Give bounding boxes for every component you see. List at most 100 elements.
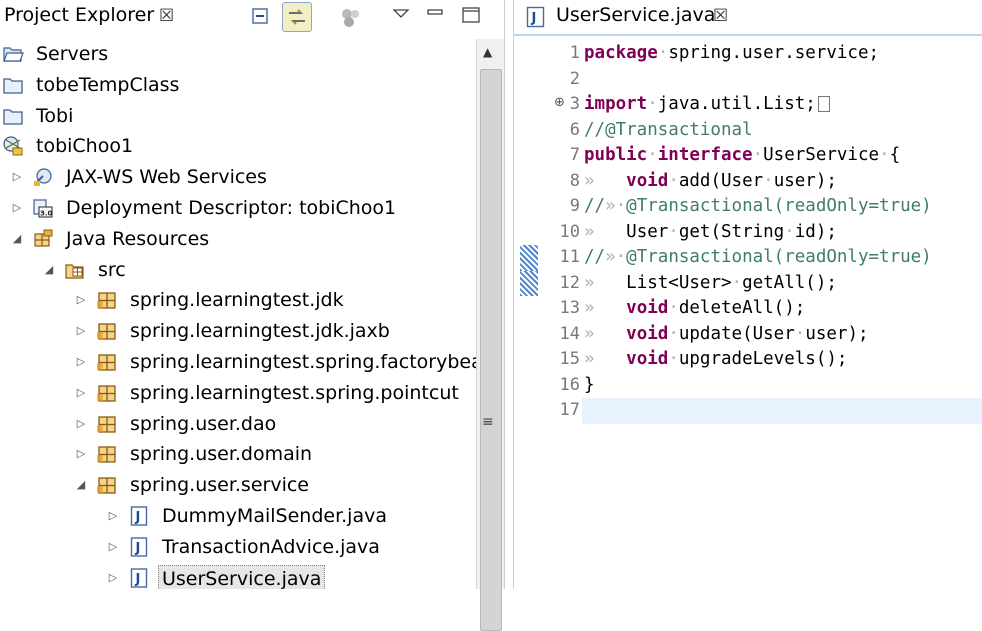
tree-collapsed-icon[interactable]: ▷ <box>106 540 120 554</box>
close-icon[interactable]: ☒ <box>713 6 728 26</box>
code-token: » <box>605 247 616 267</box>
code-line[interactable]: //@Transactional <box>584 118 753 144</box>
line-number: 16 <box>559 374 580 395</box>
change-marker[interactable] <box>520 270 538 296</box>
code-line[interactable]: //»·@Transactional(readOnly=true) <box>584 245 932 271</box>
code-line[interactable]: » void·update(User·user); <box>584 322 869 348</box>
tree-item-label: spring.learningtest.jdk.jaxb <box>130 320 390 343</box>
tree-expanded-icon[interactable]: ◢ <box>42 263 56 277</box>
code-token: · <box>731 272 743 293</box>
code-token: @Transactional(readOnly=true) <box>626 247 932 267</box>
panel-sash[interactable] <box>504 0 514 589</box>
package-icon <box>96 413 118 435</box>
tree-collapsed-icon[interactable]: ▷ <box>106 571 120 585</box>
code-line[interactable] <box>582 398 982 424</box>
tree-item[interactable]: ▷ J DummyMailSender.java <box>0 501 476 531</box>
line-number: 6 <box>569 119 580 140</box>
code-token: » <box>584 349 627 369</box>
package-icon <box>96 351 118 373</box>
tree-item[interactable]: ▷ J UserService.java <box>0 563 476 589</box>
code-token: · <box>879 145 890 165</box>
tree-item-label: JAX-WS Web Services <box>66 166 267 189</box>
tree-item-label: Java Resources <box>66 227 210 250</box>
tree-item-label: spring.learningtest.spring.pointcut <box>130 381 459 404</box>
tree-item[interactable]: ▷ spring.user.dao <box>0 409 476 439</box>
editor-tab-userservice[interactable]: J UserService.java ☒ <box>514 0 742 34</box>
package-icon <box>96 289 118 311</box>
tree-collapsed-icon[interactable]: ▷ <box>106 509 120 523</box>
package-icon <box>96 320 118 342</box>
tree-item[interactable]: ▷ spring.learningtest.jdk <box>0 285 476 315</box>
project-explorer-header: Project Explorer ☒ <box>0 0 504 34</box>
fold-expand-icon[interactable]: ⊕ <box>554 95 565 110</box>
tree-collapsed-icon[interactable]: ▷ <box>10 201 24 215</box>
code-token: // <box>584 247 606 267</box>
tree-collapsed-icon[interactable]: ▷ <box>74 447 88 461</box>
code-line[interactable]: import·java.util.List; <box>584 92 830 118</box>
tree-item[interactable]: tobeTempClass <box>0 70 476 100</box>
collapse-all-icon[interactable] <box>246 2 276 32</box>
change-ruler[interactable] <box>514 40 540 589</box>
tree-item[interactable]: ▷ J TransactionAdvice.java <box>0 532 476 562</box>
line-number: 7 <box>569 145 580 165</box>
minimize-icon[interactable] <box>422 2 452 32</box>
tree-collapsed-icon[interactable]: ▷ <box>74 324 88 338</box>
tree-item[interactable]: ◢ Java Resources <box>0 224 476 254</box>
tree-item[interactable]: Servers <box>0 39 476 69</box>
maximize-icon[interactable] <box>458 2 488 32</box>
line-number: 11 <box>559 247 580 267</box>
tree-collapsed-icon[interactable]: ▷ <box>74 417 88 431</box>
tree-item[interactable]: ▷ spring.learningtest.spring.pointcut <box>0 378 476 408</box>
line-number: 12 <box>559 272 580 293</box>
code-line[interactable]: » void·add(User·user); <box>584 169 837 195</box>
tree-expanded-icon[interactable]: ◢ <box>10 232 24 246</box>
code-token: » <box>584 298 627 318</box>
tree-item[interactable]: ▷ JAX-WS Web Services <box>0 162 476 192</box>
code-line[interactable]: » List<User>·getAll(); <box>584 271 837 297</box>
tree-collapsed-icon[interactable]: ▷ <box>74 293 88 307</box>
focus-icon[interactable] <box>336 2 366 32</box>
project-explorer-title[interactable]: Project Explorer <box>4 4 154 26</box>
code-line[interactable]: } <box>584 373 595 399</box>
close-icon[interactable]: ☒ <box>159 6 174 26</box>
code-line[interactable]: package·spring.user.service; <box>584 41 879 67</box>
project-explorer-panel: Project Explorer ☒ Servers tobeTempClass… <box>0 0 504 631</box>
code-token: · <box>763 170 774 191</box>
tree-collapsed-icon[interactable]: ▷ <box>10 170 24 184</box>
tree-item[interactable]: Tobi <box>0 101 476 131</box>
tree-item[interactable]: ◢ spring.user.service <box>0 470 476 500</box>
code-line[interactable]: //»·@Transactional(readOnly=true) <box>584 194 932 220</box>
code-token: package <box>584 43 658 63</box>
code-token: User <box>626 221 669 242</box>
folded-code-icon[interactable] <box>817 96 830 112</box>
line-number: 8 <box>569 170 580 191</box>
tree-collapsed-icon[interactable]: ▷ <box>74 355 88 369</box>
tree-item[interactable]: ▷ spring.user.domain <box>0 439 476 469</box>
code-token: void <box>626 298 669 318</box>
code-token: //@Transactional <box>584 119 753 140</box>
tree-item[interactable]: ▷ spring.learningtest.spring.factorybean <box>0 347 476 377</box>
view-menu-icon[interactable] <box>388 2 418 32</box>
link-with-editor-icon[interactable] <box>282 2 312 32</box>
project-explorer-scrollbar[interactable]: ▲ ≡ <box>476 39 504 631</box>
code-token: · <box>647 145 658 165</box>
tree-item[interactable]: tobiChoo1 <box>0 131 476 161</box>
code-token: import <box>584 94 648 114</box>
tree-collapsed-icon[interactable]: ▷ <box>74 386 88 400</box>
code-token: id); <box>794 221 837 242</box>
tree-item-label: TransactionAdvice.java <box>162 535 380 558</box>
code-line[interactable]: » void·upgradeLevels(); <box>584 347 847 373</box>
code-line[interactable]: public·interface·UserService·{ <box>584 143 900 169</box>
code-line[interactable]: » User·get(String·id); <box>584 220 837 246</box>
scrollbar-thumb[interactable] <box>480 69 502 631</box>
tree-item-label: Servers <box>36 43 109 65</box>
tree-item[interactable]: ▷ spring.learningtest.jdk.jaxb <box>0 316 476 346</box>
tree-item[interactable]: ◢ src <box>0 255 476 285</box>
scroll-up-icon[interactable]: ▲ <box>483 45 492 59</box>
tree-expanded-icon[interactable]: ◢ <box>74 478 88 492</box>
tree-item[interactable]: ▷ 3.0 Deployment Descriptor: tobiChoo1 <box>0 193 476 223</box>
change-marker[interactable] <box>520 245 538 271</box>
code-token: · <box>647 94 658 114</box>
code-line[interactable]: » void·deleteAll(); <box>584 296 805 322</box>
line-number: 1 <box>569 43 580 63</box>
